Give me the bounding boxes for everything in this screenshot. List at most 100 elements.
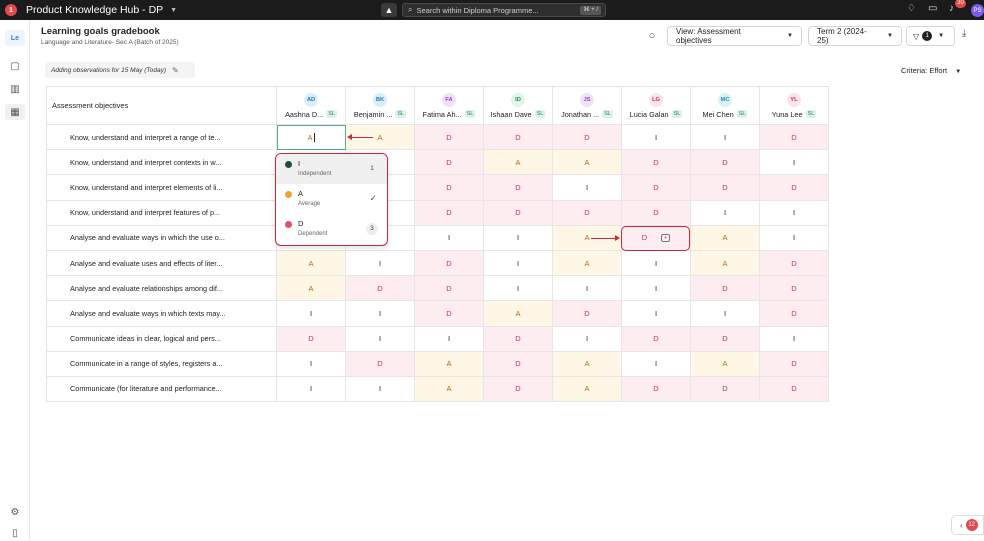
grade-cell[interactable]: D [484, 351, 553, 377]
grade-cell[interactable]: D [415, 200, 484, 226]
grade-cell[interactable]: A [415, 376, 484, 403]
lightbulb-icon[interactable]: ♢ [907, 3, 916, 14]
grade-cell[interactable]: I [622, 276, 691, 302]
grade-cell[interactable]: D [484, 376, 553, 403]
grade-cell[interactable]: I [760, 225, 829, 251]
grade-cell[interactable]: I [415, 326, 484, 352]
grade-cell[interactable]: A [691, 225, 760, 251]
grade-cell[interactable]: D [415, 150, 484, 176]
student-header[interactable]: AD Aashna D... SL [277, 87, 346, 125]
grade-cell[interactable]: A [553, 150, 622, 176]
grade-cell[interactable]: I [622, 250, 691, 277]
calendar-icon[interactable]: ▭ [928, 3, 937, 14]
gradebook-icon[interactable]: ▦ [5, 104, 25, 120]
grade-cell[interactable]: D [415, 301, 484, 327]
grade-cell[interactable]: A [277, 125, 346, 151]
course-badge[interactable]: Le [5, 30, 25, 46]
observation-date-chip[interactable]: Adding observations for 15 May (Today) ✎ [45, 62, 195, 78]
grade-cell[interactable]: D [553, 301, 622, 327]
grade-cell[interactable]: D [760, 175, 829, 201]
settings-icon[interactable]: ⚙ [5, 504, 25, 520]
grade-cell[interactable]: D [415, 125, 484, 151]
student-header[interactable]: JS Jonathan ... SL [553, 87, 622, 125]
grade-cell[interactable]: D [691, 376, 760, 403]
chat-icon[interactable]: ▢ [5, 58, 25, 74]
grade-cell[interactable]: I [622, 351, 691, 377]
chevron-down-icon[interactable]: ▼ [170, 7, 177, 14]
grade-cell[interactable]: I [346, 301, 415, 327]
grade-cell[interactable]: I [622, 125, 691, 151]
grade-cell[interactable]: I [484, 276, 553, 302]
grade-cell[interactable]: I [553, 175, 622, 201]
grade-cell[interactable]: I [691, 125, 760, 151]
grade-cell[interactable]: D [277, 326, 346, 352]
grade-cell[interactable]: I [277, 301, 346, 327]
grade-cell[interactable]: I [760, 326, 829, 352]
grade-cell[interactable]: D [622, 376, 691, 403]
grade-cell[interactable]: D [691, 326, 760, 352]
grade-cell[interactable]: D [484, 125, 553, 151]
grade-cell[interactable]: I [691, 301, 760, 327]
grade-cell[interactable]: A [277, 250, 346, 277]
grade-cell[interactable]: A [553, 376, 622, 403]
term-dropdown[interactable]: Term 2 (2024-25) ▼ [808, 26, 902, 46]
grade-cell[interactable]: D [622, 150, 691, 176]
map-icon[interactable]: ▥ [5, 81, 25, 97]
bell-icon[interactable]: ♪ [949, 3, 954, 14]
grade-cell[interactable]: A [415, 351, 484, 377]
student-header[interactable]: ID Ishaan Dave SL [484, 87, 553, 125]
grade-cell[interactable]: A [484, 150, 553, 176]
user-avatar[interactable]: PS [971, 4, 984, 17]
app-name[interactable]: Product Knowledge Hub - DP [26, 4, 163, 16]
grade-cell[interactable]: I [277, 376, 346, 403]
grade-cell[interactable]: D [691, 150, 760, 176]
grade-cell[interactable]: I [622, 301, 691, 327]
grade-cell[interactable]: D [346, 276, 415, 302]
grade-cell[interactable]: D [415, 276, 484, 302]
grade-cell[interactable]: A [691, 351, 760, 377]
student-header[interactable]: MC Mei Chen SL [691, 87, 760, 125]
grade-cell[interactable]: I [415, 225, 484, 251]
global-search-input[interactable]: ⌕ Search within Diploma Programme... ⌘ +… [402, 3, 606, 17]
student-header[interactable]: FA Fatima Ah... SL [415, 87, 484, 125]
grade-cell[interactable]: D [760, 125, 829, 151]
grade-cell[interactable]: I [691, 200, 760, 226]
grade-cell[interactable]: A [277, 276, 346, 302]
student-header[interactable]: LG Lucia Galan SL [622, 87, 691, 125]
grade-cell[interactable]: D [760, 376, 829, 403]
grade-cell[interactable]: D [484, 200, 553, 226]
grade-cell[interactable]: D [622, 326, 691, 352]
student-header[interactable]: BK Benjamin ... SL [346, 87, 415, 125]
grade-cell[interactable]: D [484, 326, 553, 352]
trash-icon[interactable]: ▯ [5, 525, 25, 541]
download-icon[interactable]: ⤓ [962, 28, 966, 39]
grade-cell[interactable]: A [553, 250, 622, 277]
grade-option-A[interactable]: A Average ✓ [276, 184, 387, 214]
grade-cell[interactable]: I [346, 376, 415, 403]
grade-cell[interactable]: I [277, 351, 346, 377]
grade-cell[interactable]: I [760, 150, 829, 176]
grade-cell[interactable]: D [346, 351, 415, 377]
grade-cell[interactable]: D [553, 125, 622, 151]
grade-cell[interactable]: D [760, 276, 829, 302]
filter-dropdown[interactable]: ▽ 1 ▼ [906, 26, 955, 46]
grade-cell[interactable]: I [553, 276, 622, 302]
grade-cell[interactable]: D [622, 200, 691, 226]
grade-cell[interactable]: D [760, 250, 829, 277]
grade-cell[interactable]: I [553, 326, 622, 352]
grade-cell[interactable]: I [346, 250, 415, 277]
grade-cell[interactable]: D [415, 250, 484, 277]
grade-option-D[interactable]: D Dependent 3 [276, 214, 387, 244]
grade-cell[interactable]: A [691, 250, 760, 277]
grade-cell[interactable]: D [622, 175, 691, 201]
grade-cell[interactable]: A [553, 351, 622, 377]
grade-cell[interactable]: I [484, 250, 553, 277]
view-dropdown[interactable]: View: Assessment objectives ▼ [667, 26, 802, 46]
grade-cell[interactable]: I [346, 326, 415, 352]
criteria-dropdown[interactable]: Criteria: Effort ▼ [901, 66, 961, 75]
pencil-icon[interactable]: ✎ [172, 66, 179, 75]
grade-cell[interactable]: D [553, 200, 622, 226]
grade-cell[interactable]: D [484, 175, 553, 201]
grade-cell[interactable]: D [691, 276, 760, 302]
grade-cell[interactable]: I [760, 200, 829, 226]
